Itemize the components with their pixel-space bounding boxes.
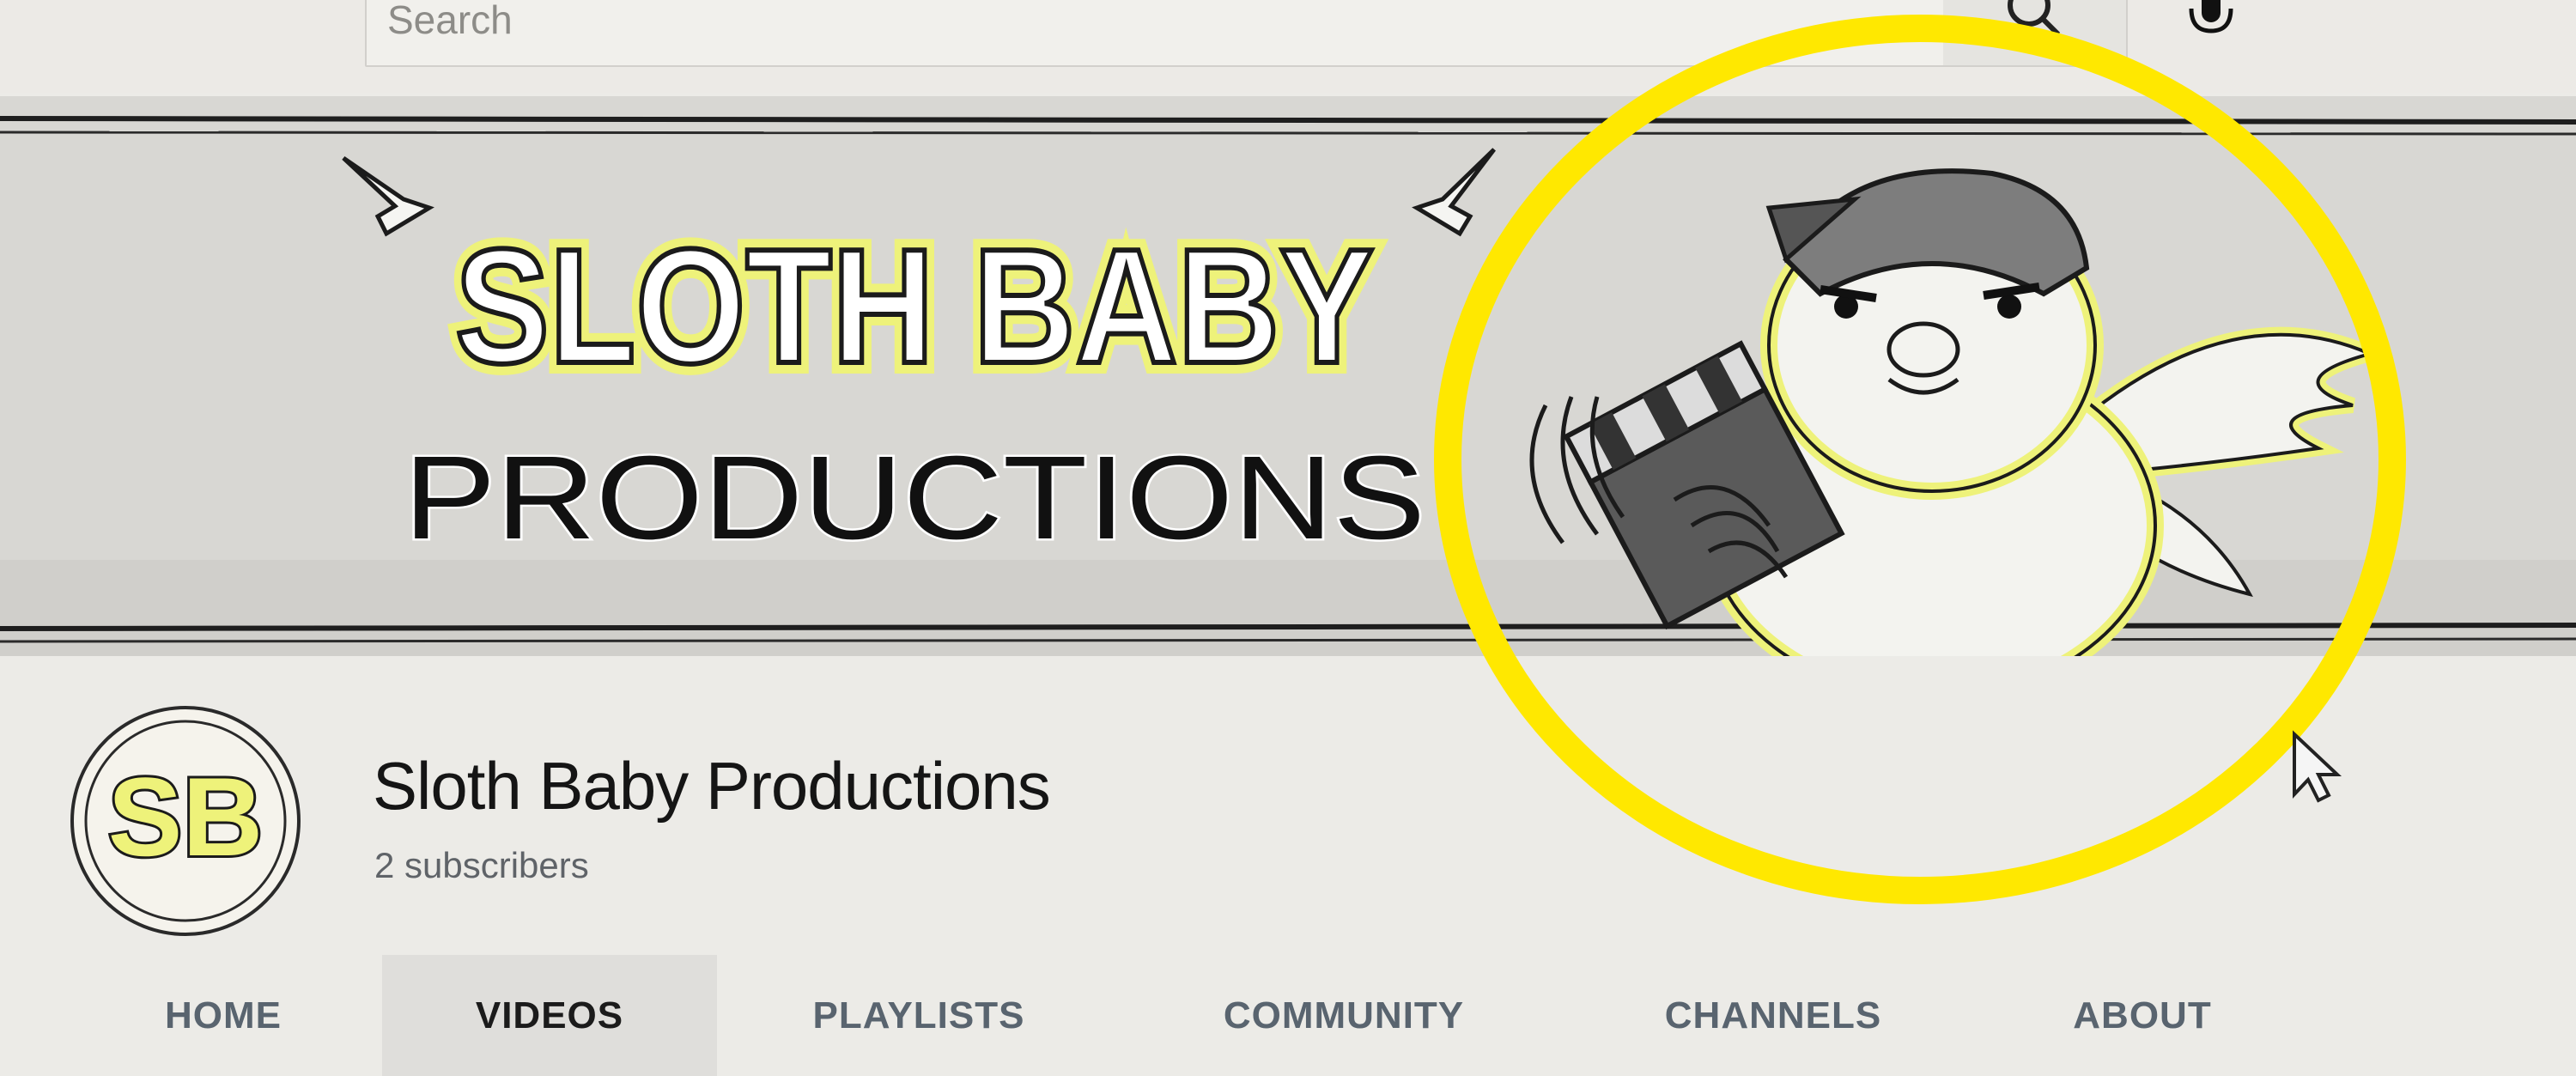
tab-about[interactable]: ABOUT (2057, 955, 2228, 1076)
tab-community[interactable]: COMMUNITY (1198, 955, 1490, 1076)
channel-name: Sloth Baby Productions (373, 748, 1051, 824)
channel-banner: SLOTH BABY SLOTH BABY PRODUCTIONS (0, 96, 2576, 656)
banner-artwork: SLOTH BABY SLOTH BABY PRODUCTIONS (0, 96, 2576, 656)
avatar-initials: SB (108, 754, 264, 879)
search-input[interactable] (386, 0, 1849, 46)
search-box[interactable] (365, 0, 1945, 67)
microphone-icon (2189, 0, 2233, 33)
banner-title-line2: PRODUCTIONS (404, 432, 1425, 564)
tab-home[interactable]: HOME (137, 955, 309, 1076)
masthead (0, 0, 2576, 93)
tab-playlists[interactable]: PLAYLISTS (790, 955, 1048, 1076)
banner-title-line1-outline: SLOTH BABY (455, 216, 1374, 398)
channel-avatar[interactable]: SB (70, 706, 301, 936)
mouse-pointer-icon (2293, 730, 2342, 803)
tab-channels[interactable]: CHANNELS (1649, 955, 1898, 1076)
search-button[interactable] (1943, 0, 2128, 67)
voice-search-button[interactable] (2164, 0, 2258, 69)
subscriber-count: 2 subscribers (374, 845, 589, 885)
avatar-logo: SB (84, 720, 287, 922)
tab-videos[interactable]: VIDEOS (382, 955, 717, 1076)
search-icon (2008, 0, 2061, 37)
channel-tabs: HOME VIDEOS PLAYLISTS COMMUNITY CHANNELS… (0, 955, 2576, 1076)
